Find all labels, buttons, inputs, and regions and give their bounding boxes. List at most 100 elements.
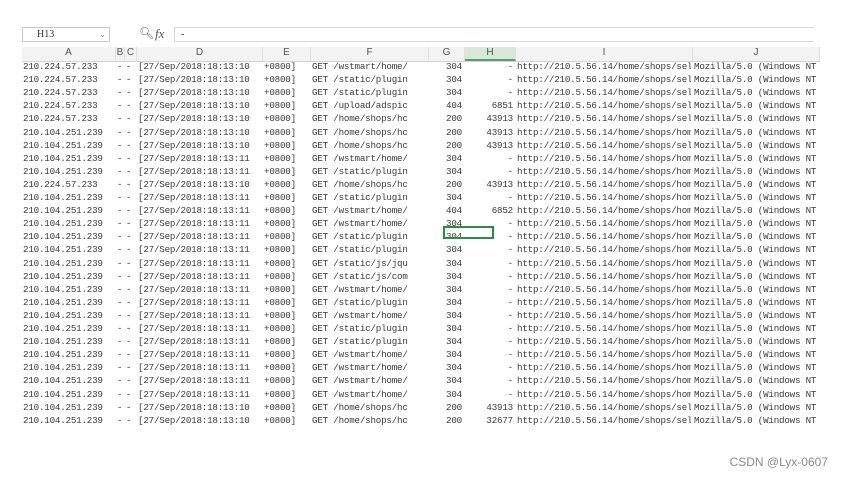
cell-g[interactable]: 304 xyxy=(429,362,462,374)
cell-h[interactable]: - xyxy=(465,375,513,387)
cell-d[interactable]: [27/Sep/2018:18:13:11 xyxy=(138,153,261,165)
cell-b[interactable]: - xyxy=(117,389,123,401)
table-row[interactable]: 210.104.251.239- - [27/Sep/2018:18:13:10 +0… xyxy=(22,140,820,152)
sheet-grid[interactable]: 210.224.57.233- - [27/Sep/2018:18:13:10 +08… xyxy=(22,61,820,453)
table-row[interactable]: 210.104.251.239- - [27/Sep/2018:18:13:11 +0… xyxy=(22,271,820,283)
cell-c[interactable]: - xyxy=(126,336,135,348)
cell-i[interactable]: http://210.5.56.14/home/shops/home xyxy=(517,375,691,387)
cell-e[interactable]: +0800] xyxy=(264,258,309,270)
cell-a[interactable]: 210.224.57.233 xyxy=(23,61,114,73)
cell-d[interactable]: [27/Sep/2018:18:13:10 xyxy=(138,179,261,191)
cell-e[interactable]: +0800] xyxy=(264,87,309,99)
cell-b[interactable]: - xyxy=(117,166,123,178)
cell-b[interactable]: - xyxy=(117,127,123,139)
cell-d[interactable]: [27/Sep/2018:18:13:11 xyxy=(138,310,261,322)
cell-c[interactable]: - xyxy=(126,323,135,335)
cell-h[interactable]: - xyxy=(465,153,513,165)
cell-e[interactable]: +0800] xyxy=(264,402,309,414)
cell-h[interactable]: - xyxy=(465,218,513,230)
cell-j[interactable]: Mozilla/5.0 (Windows NT 6.1; xyxy=(694,100,818,112)
cell-h[interactable]: 43913 xyxy=(465,140,513,152)
cell-e[interactable]: +0800] xyxy=(264,113,309,125)
table-row[interactable]: 210.104.251.239- - [27/Sep/2018:18:13:11 +0… xyxy=(22,258,820,270)
table-row[interactable]: 210.104.251.239- - [27/Sep/2018:18:13:11 +0… xyxy=(22,192,820,204)
cell-j[interactable]: Mozilla/5.0 (Windows NT 6.1; xyxy=(694,218,818,230)
cell-c[interactable]: - xyxy=(126,284,135,296)
cell-g[interactable]: 200 xyxy=(429,402,462,414)
cell-c[interactable]: - xyxy=(126,179,135,191)
cell-b[interactable]: - xyxy=(117,284,123,296)
cell-f[interactable]: GET /home/shops/hc xyxy=(312,179,427,191)
cell-i[interactable]: http://210.5.56.14/home/shops/self xyxy=(517,415,691,427)
cell-e[interactable]: +0800] xyxy=(264,323,309,335)
cell-f[interactable]: GET /wstmart/home/ xyxy=(312,205,427,217)
cell-f[interactable]: GET /upload/adspic xyxy=(312,100,427,112)
cell-f[interactable]: GET /wstmart/home/ xyxy=(312,389,427,401)
cell-h[interactable]: 43913 xyxy=(465,179,513,191)
cell-f[interactable]: GET /wstmart/home/ xyxy=(312,153,427,165)
cell-b[interactable]: - xyxy=(117,231,123,243)
cell-i[interactable]: http://210.5.56.14/home/shops/home xyxy=(517,336,691,348)
cell-f[interactable]: GET /static/plugin xyxy=(312,74,427,86)
cell-i[interactable]: http://210.5.56.14/home/shops/home xyxy=(517,362,691,374)
cell-i[interactable]: http://210.5.56.14/home/shops/home xyxy=(517,389,691,401)
cell-d[interactable]: [27/Sep/2018:18:13:10 xyxy=(138,61,261,73)
cell-c[interactable]: - xyxy=(126,389,135,401)
column-header-h[interactable]: H xyxy=(465,47,516,61)
cell-j[interactable]: Mozilla/5.0 (Windows NT 6.1; xyxy=(694,402,818,414)
cell-j[interactable]: Mozilla/5.0 (Windows NT 6.1; xyxy=(694,166,818,178)
table-row[interactable]: 210.104.251.239- - [27/Sep/2018:18:13:11 +0… xyxy=(22,349,820,361)
cell-a[interactable]: 210.224.57.233 xyxy=(23,179,114,191)
cell-i[interactable]: http://210.5.56.14/home/shops/self xyxy=(517,87,691,99)
cell-g[interactable]: 304 xyxy=(429,375,462,387)
cell-b[interactable]: - xyxy=(117,323,123,335)
cell-a[interactable]: 210.104.251.239 xyxy=(23,349,114,361)
cell-d[interactable]: [27/Sep/2018:18:13:11 xyxy=(138,297,261,309)
cell-c[interactable]: - xyxy=(126,166,135,178)
table-row[interactable]: 210.104.251.239- - [27/Sep/2018:18:13:11 +0… xyxy=(22,244,820,256)
cell-e[interactable]: +0800] xyxy=(264,310,309,322)
cell-b[interactable]: - xyxy=(117,100,123,112)
cell-e[interactable]: +0800] xyxy=(264,231,309,243)
cell-h[interactable]: - xyxy=(465,323,513,335)
cell-b[interactable]: - xyxy=(117,74,123,86)
cell-b[interactable]: - xyxy=(117,113,123,125)
cell-f[interactable]: GET /static/plugin xyxy=(312,231,427,243)
cell-f[interactable]: GET /wstmart/home/ xyxy=(312,362,427,374)
table-row[interactable]: 210.104.251.239- - [27/Sep/2018:18:13:11 +0… xyxy=(22,323,820,335)
table-row[interactable]: 210.104.251.239- - [27/Sep/2018:18:13:11 +0… xyxy=(22,389,820,401)
cell-e[interactable]: +0800] xyxy=(264,179,309,191)
cell-j[interactable]: Mozilla/5.0 (Windows NT 6.1; xyxy=(694,362,818,374)
cell-c[interactable]: - xyxy=(126,362,135,374)
cell-c[interactable]: - xyxy=(126,310,135,322)
cell-h[interactable]: - xyxy=(465,87,513,99)
cell-g[interactable]: 304 xyxy=(429,258,462,270)
cell-a[interactable]: 210.104.251.239 xyxy=(23,192,114,204)
cell-h[interactable]: - xyxy=(465,61,513,73)
table-row[interactable]: 210.224.57.233- - [27/Sep/2018:18:13:10 +08… xyxy=(22,100,820,112)
cell-i[interactable]: http://210.5.56.14/home/shops/self xyxy=(517,402,691,414)
column-header-i[interactable]: I xyxy=(516,47,693,61)
cell-d[interactable]: [27/Sep/2018:18:13:11 xyxy=(138,362,261,374)
cell-h[interactable]: - xyxy=(465,362,513,374)
cell-g[interactable]: 304 xyxy=(429,231,462,243)
table-row[interactable]: 210.224.57.233- - [27/Sep/2018:18:13:10 +08… xyxy=(22,61,820,73)
cell-d[interactable]: [27/Sep/2018:18:13:10 xyxy=(138,415,261,427)
cell-e[interactable]: +0800] xyxy=(264,74,309,86)
cell-a[interactable]: 210.104.251.239 xyxy=(23,336,114,348)
cell-c[interactable]: - xyxy=(126,153,135,165)
cell-e[interactable]: +0800] xyxy=(264,100,309,112)
cell-i[interactable]: http://210.5.56.14/home/shops/self xyxy=(517,61,691,73)
cell-f[interactable]: GET /static/plugin xyxy=(312,87,427,99)
cell-d[interactable]: [27/Sep/2018:18:13:10 xyxy=(138,113,261,125)
cell-f[interactable]: GET /static/plugin xyxy=(312,166,427,178)
cell-h[interactable]: - xyxy=(465,297,513,309)
cell-f[interactable]: GET /static/plugin xyxy=(312,336,427,348)
cell-g[interactable]: 304 xyxy=(429,323,462,335)
table-row[interactable]: 210.104.251.239- - [27/Sep/2018:18:13:11 +0… xyxy=(22,310,820,322)
cell-b[interactable]: - xyxy=(117,205,123,217)
cell-i[interactable]: http://210.5.56.14/home/shops/home xyxy=(517,192,691,204)
function-fx-icon[interactable]: fx xyxy=(155,26,164,42)
cell-a[interactable]: 210.104.251.239 xyxy=(23,218,114,230)
table-row[interactable]: 210.224.57.233- - [27/Sep/2018:18:13:10 +08… xyxy=(22,113,820,125)
